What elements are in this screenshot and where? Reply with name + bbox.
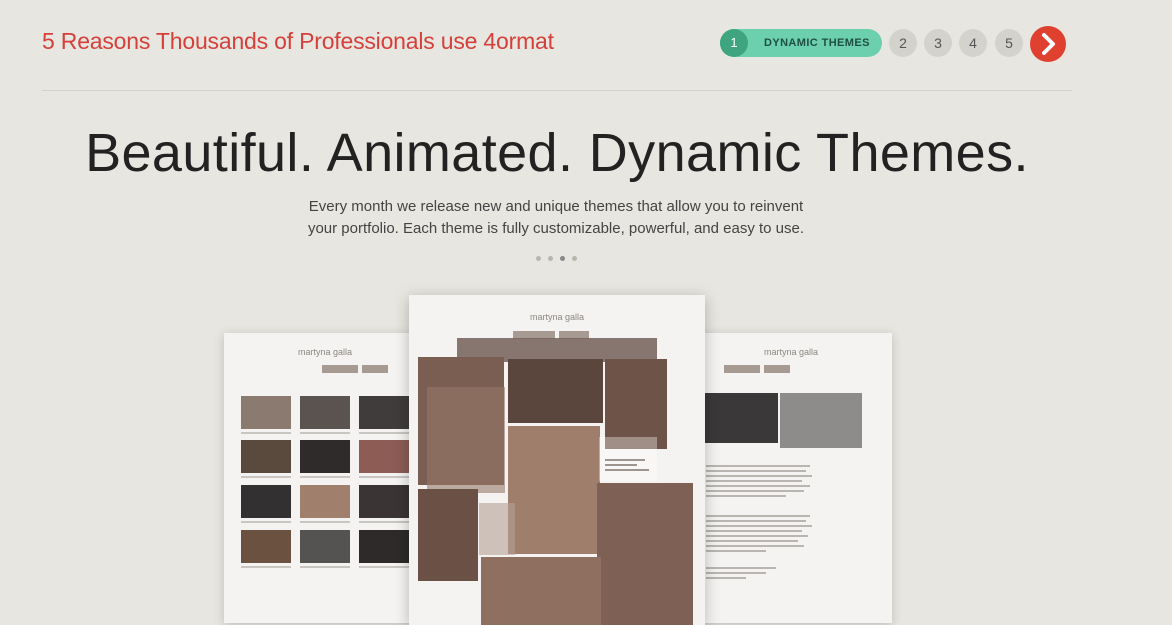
collage-caption-line xyxy=(605,469,649,471)
collage-photo xyxy=(508,359,603,423)
step-number: 1 xyxy=(720,29,748,57)
blog-text-line xyxy=(706,490,804,492)
blog-text-line xyxy=(706,515,810,517)
thumbnail-caption xyxy=(300,432,350,434)
blog-photo xyxy=(704,393,778,443)
thumbnail-image xyxy=(300,485,350,518)
thumbnail-image xyxy=(359,396,409,429)
collage-photo xyxy=(597,483,693,625)
theme-preview-grid: martyna galla xyxy=(224,333,426,623)
step-3-button[interactable]: 3 xyxy=(924,29,952,57)
collage-caption-line xyxy=(605,459,645,461)
thumbnail-caption xyxy=(359,432,409,434)
thumbnail-image xyxy=(241,440,291,473)
blog-text-line xyxy=(706,485,810,487)
thumbnail-image xyxy=(300,440,350,473)
theme-preview-blog: martyna galla xyxy=(690,333,892,623)
collage-caption-line xyxy=(605,464,637,466)
collage-photo xyxy=(418,489,478,581)
collage-photo xyxy=(481,557,601,625)
thumbnail-image xyxy=(300,530,350,563)
hero-headline: Beautiful. Animated. Dynamic Themes. xyxy=(85,123,1029,183)
thumbnail-caption xyxy=(359,521,409,523)
thumbnail-image xyxy=(241,485,291,518)
mockup-nav-button xyxy=(764,365,790,373)
hero-description: Every month we release new and unique th… xyxy=(286,196,826,240)
blog-text-line xyxy=(706,567,776,569)
blog-text-line xyxy=(706,520,806,522)
step-4-button[interactable]: 4 xyxy=(959,29,987,57)
chevron-right-icon xyxy=(1042,33,1055,55)
carousel-dot[interactable] xyxy=(548,256,553,261)
thumbnail-image xyxy=(241,530,291,563)
header-divider xyxy=(42,90,1072,91)
blog-text-line xyxy=(706,535,808,537)
blog-text-line xyxy=(706,545,804,547)
step-2-button[interactable]: 2 xyxy=(889,29,917,57)
mockup-nav-button xyxy=(322,365,358,373)
mockup-site-name: martyna galla xyxy=(529,312,585,322)
step-1-dynamic-themes[interactable]: 1 DYNAMIC THEMES xyxy=(720,29,882,57)
carousel-dot[interactable] xyxy=(536,256,541,261)
blog-text-line xyxy=(706,525,812,527)
mockup-site-name: martyna galla xyxy=(297,347,353,357)
blog-text-line xyxy=(706,550,766,552)
mockup-nav-button xyxy=(724,365,760,373)
thumbnail-caption xyxy=(241,476,291,478)
mockup-nav-button xyxy=(362,365,388,373)
thumbnail-caption xyxy=(241,432,291,434)
hero-description-line-2: your portfolio. Each theme is fully cust… xyxy=(307,220,805,237)
mockup-site-name: martyna galla xyxy=(763,347,819,357)
thumbnail-image xyxy=(300,396,350,429)
blog-text-line xyxy=(706,480,802,482)
collage-photo xyxy=(508,426,600,554)
step-5-button[interactable]: 5 xyxy=(995,29,1023,57)
blog-text-line xyxy=(706,465,810,467)
blog-text-line xyxy=(706,530,802,532)
blog-text-line xyxy=(706,470,806,472)
thumbnail-caption xyxy=(359,566,409,568)
blog-text-line xyxy=(706,577,746,579)
blog-photo xyxy=(780,393,862,448)
blog-text-line xyxy=(706,540,798,542)
theme-preview-collage: martyna galla xyxy=(409,295,705,625)
collage-photo xyxy=(479,503,515,555)
carousel-dot-active[interactable] xyxy=(560,256,565,261)
carousel-dot[interactable] xyxy=(572,256,577,261)
thumbnail-image xyxy=(359,440,409,473)
blog-text-line xyxy=(706,475,812,477)
next-button[interactable] xyxy=(1030,26,1066,62)
thumbnail-image xyxy=(241,396,291,429)
thumbnail-caption xyxy=(359,476,409,478)
thumbnail-image xyxy=(359,485,409,518)
thumbnail-caption xyxy=(241,566,291,568)
thumbnail-caption xyxy=(300,521,350,523)
collage-photo xyxy=(605,359,667,449)
thumbnail-caption xyxy=(300,566,350,568)
thumbnail-caption xyxy=(241,521,291,523)
collage-photo xyxy=(427,387,505,493)
blog-text-line xyxy=(706,572,766,574)
hero-description-line-1: Every month we release new and unique th… xyxy=(308,198,804,215)
thumbnail-caption xyxy=(300,476,350,478)
blog-text-line xyxy=(706,495,786,497)
step-label: DYNAMIC THEMES xyxy=(764,37,870,49)
thumbnail-image xyxy=(359,530,409,563)
page-title: 5 Reasons Thousands of Professionals use… xyxy=(42,28,554,54)
